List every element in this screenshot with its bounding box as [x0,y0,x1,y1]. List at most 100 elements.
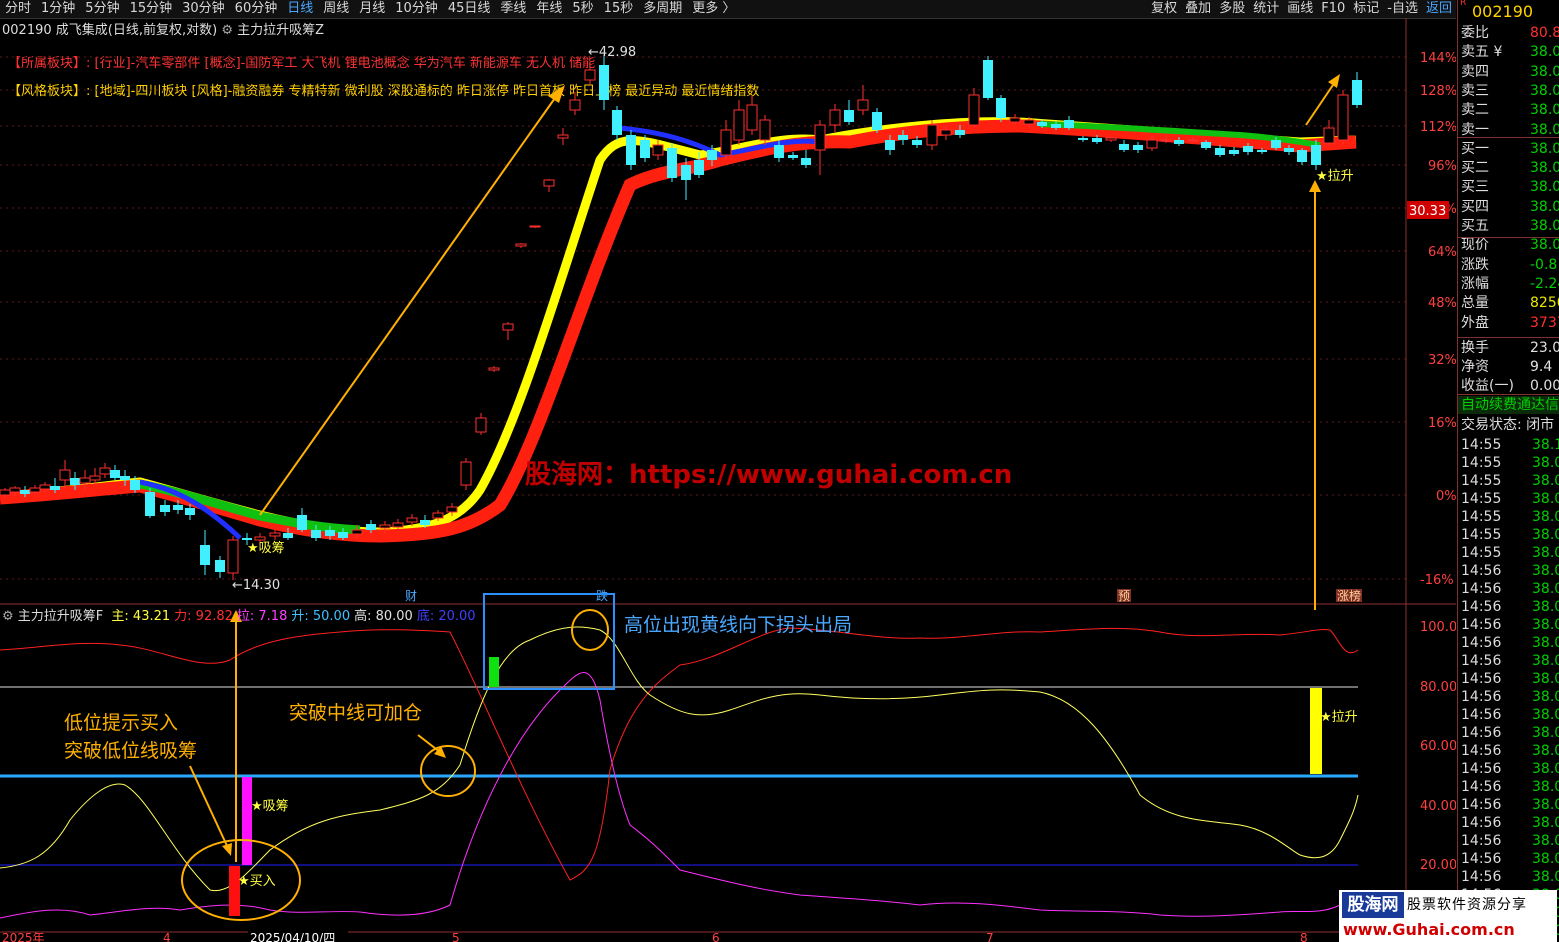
absorb-signal-main: ★吸筹 [247,540,285,556]
y-main-label-2: 112% [1420,120,1456,135]
y-sub-label-0: 100.00 [1420,620,1456,635]
candle-body-48 [612,110,622,135]
x-label-5: 7 [986,931,994,942]
x-label-1: 4 [163,931,171,942]
quote-row-5: 卖一 38.0 [1461,121,1559,138]
candle-body-5 [50,486,60,490]
quote-panel: R 002190 委比80.87 卖五 ¥38.0 卖四38.0 卖三38.0 卖二38… [1457,0,1559,942]
tick-row-0: 14:55 38.1 [1461,437,1559,453]
candle-body-86 [1133,145,1143,150]
quote-row-2: 卖四 38.0 [1461,63,1559,80]
event-marker-forecast: 预 [1118,589,1130,603]
candle-body-13 [130,480,140,490]
tick-row-9: 14:56 38.0 [1461,599,1559,615]
candle-body-84 [1105,137,1117,141]
candle-body-96 [1271,140,1281,148]
quote-row-3: 卖三 38.0 [1461,82,1559,99]
tick-row-6: 14:55 38.0 [1461,545,1559,561]
candle-body-95 [1257,150,1267,152]
candle-body-58 [746,104,758,131]
candle-body-3 [29,487,41,493]
annotation-high-exit: 高位出现黄线向下拐头出局 [624,614,853,636]
quote-code: 002190 [1472,2,1534,21]
y-sub-label-2: 60.00 [1420,739,1456,754]
candle-body-0 [0,489,11,496]
candle-body-73 [955,130,965,135]
kline-chart[interactable]: ←42.98 ←14.30 ★吸筹 ★拉升 股海网：https://www.gu… [0,0,1456,942]
quote-row-1: 卖五 ¥38.0 [1461,44,1559,61]
candle-body-29 [351,529,363,535]
tick-row-7: 14:56 38.0 [1461,563,1559,579]
candle-body-83 [1092,138,1102,142]
tick-row-23: 14:56 38.0 [1461,851,1559,867]
candle-body-36 [446,506,458,513]
candle-body-22 [254,536,266,541]
candle-body-70 [912,140,922,145]
tick-row-19: 14:56 38.0 [1461,779,1559,795]
quote-row-12: 涨跌 -0.8 [1461,256,1558,273]
candle-body-50 [640,140,650,158]
candle-body-30 [366,524,376,530]
tick-row-2: 14:55 38.0 [1461,473,1559,489]
candle-body-94 [1243,146,1253,152]
subchart-value-4: 高: 80.00 [354,609,413,624]
x-label-4: 6 [712,931,720,942]
candle-body-9 [89,475,101,481]
candle-body-14 [145,492,155,516]
candle-body-74 [968,94,980,126]
candle-body-8 [79,477,91,484]
event-marker-limitup: 涨榜 [1337,588,1361,603]
y-main-label-7: 32% [1428,353,1456,368]
subchart-value-2: 拉: 7.18 [236,609,288,624]
x-label-6: 8 [1300,931,1308,942]
tick-row-22: 14:56 38.0 [1461,833,1559,849]
candle-body-99 [1311,145,1321,165]
candle-body-97 [1284,148,1294,152]
candle-body-63 [814,124,826,151]
candle-body-54 [694,160,704,175]
y-main-label-5: 64% [1428,245,1456,260]
candle-body-76 [996,98,1006,118]
x-cursor-date: 2025/04/10/四 [250,931,335,942]
tick-row-5: 14:55 38.0 [1461,527,1559,543]
candle-body-69 [898,135,908,140]
candle-body-81 [1064,120,1074,128]
candle-body-101 [1337,94,1349,141]
subchart-gear-icon[interactable]: ⚙ [2,609,14,624]
candle-body-64 [829,109,841,126]
candle-body-62 [801,158,811,165]
candle-body-92 [1215,148,1225,155]
x-label-3: 5 [452,931,460,942]
candle-body-102 [1352,80,1362,105]
quote-row-16: 换手23.00 [1461,339,1559,356]
candle-body-59 [759,119,771,141]
candle-body-87 [1146,139,1158,149]
subchart-value-5: 底: 20.00 [416,609,476,624]
tick-row-20: 14:56 38.0 [1461,797,1559,813]
candle-body-4 [39,484,51,490]
quote-row-0: 委比80.87 [1461,25,1559,41]
lift-signal-sub: ★拉升 [1320,710,1358,725]
low-price-mark: ←14.30 [232,578,280,593]
subchart-value-0: 主: 43.21 [111,609,171,624]
tick-row-24: 14:56 38.0 [1461,869,1559,885]
candle-body-61 [788,155,798,158]
y-main-label-1: 128% [1420,84,1456,99]
candle-body-24 [283,533,293,538]
candle-body-1 [9,487,21,493]
candle-body-55 [707,150,717,160]
auto-renew-banner[interactable]: 自动续费通达信 [1458,396,1559,414]
quote-code-row: R 002190 [1458,0,1559,22]
subchart-name[interactable]: 主力拉升吸筹F [18,609,103,624]
candle-body-60 [774,145,784,158]
tick-row-8: 14:56 38.0 [1461,581,1559,597]
candle-body-26 [311,530,321,538]
candle-body-19 [215,560,225,572]
y-main-label-3: 96% [1428,159,1456,174]
tick-row-16: 14:56 38.0 [1461,725,1559,741]
candle-body-68 [885,140,895,150]
quote-row-10: 买五 38.0 [1461,218,1559,234]
candle-body-44 [557,134,569,139]
y-main-label-10: -16% [1420,573,1454,588]
candle-body-15 [160,505,170,512]
